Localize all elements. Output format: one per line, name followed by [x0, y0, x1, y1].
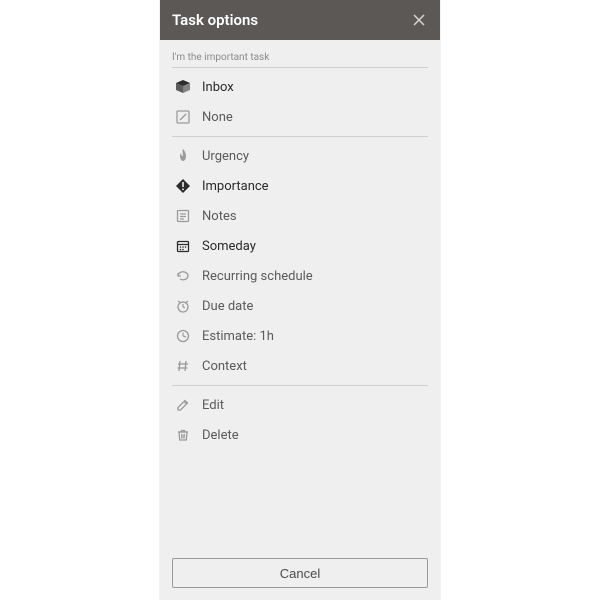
row-estimate[interactable]: Estimate: 1h: [172, 321, 428, 351]
row-label: Context: [202, 359, 247, 374]
dialog-header: Task options: [160, 0, 440, 40]
edit-square-icon: [172, 106, 194, 128]
row-recurring[interactable]: Recurring schedule: [172, 261, 428, 291]
row-edit[interactable]: Edit: [172, 390, 428, 420]
row-importance[interactable]: Importance: [172, 171, 428, 201]
row-label: Recurring schedule: [202, 269, 313, 284]
inbox-icon: [172, 76, 194, 98]
row-urgency[interactable]: Urgency: [172, 141, 428, 171]
flame-icon: [172, 145, 194, 167]
notes-icon: [172, 205, 194, 227]
group-properties: Urgency Importance Notes Someday: [172, 136, 428, 385]
row-due-date[interactable]: Due date: [172, 291, 428, 321]
calendar-icon: [172, 235, 194, 257]
row-label: Edit: [202, 398, 224, 413]
hash-icon: [172, 355, 194, 377]
group-location: Inbox None: [172, 67, 428, 136]
row-label: Notes: [202, 209, 237, 224]
row-label: Importance: [202, 179, 269, 194]
clock-icon: [172, 325, 194, 347]
repeat-icon: [172, 265, 194, 287]
pencil-icon: [172, 394, 194, 416]
dialog-footer: Cancel: [160, 548, 440, 600]
dialog-title: Task options: [172, 11, 258, 29]
row-label: Urgency: [202, 149, 249, 164]
row-notes[interactable]: Notes: [172, 201, 428, 231]
row-project-none[interactable]: None: [172, 102, 428, 132]
row-inbox[interactable]: Inbox: [172, 72, 428, 102]
importance-icon: [172, 175, 194, 197]
row-label: Due date: [202, 299, 253, 314]
row-delete[interactable]: Delete: [172, 420, 428, 450]
row-someday[interactable]: Someday: [172, 231, 428, 261]
row-label: Estimate: 1h: [202, 329, 274, 344]
alarm-icon: [172, 295, 194, 317]
task-name-label: I'm the important task: [172, 46, 428, 67]
close-icon: [412, 13, 426, 27]
row-label: None: [202, 110, 233, 125]
row-context[interactable]: Context: [172, 351, 428, 381]
row-label: Inbox: [202, 80, 234, 95]
dialog-content: I'm the important task Inbox None: [160, 40, 440, 548]
task-options-dialog: Task options I'm the important task Inbo…: [160, 0, 440, 600]
row-label: Delete: [202, 428, 239, 443]
close-button[interactable]: [410, 11, 428, 29]
cancel-button[interactable]: Cancel: [172, 558, 428, 588]
trash-icon: [172, 424, 194, 446]
group-actions: Edit Delete: [172, 385, 428, 454]
row-label: Someday: [202, 239, 256, 254]
